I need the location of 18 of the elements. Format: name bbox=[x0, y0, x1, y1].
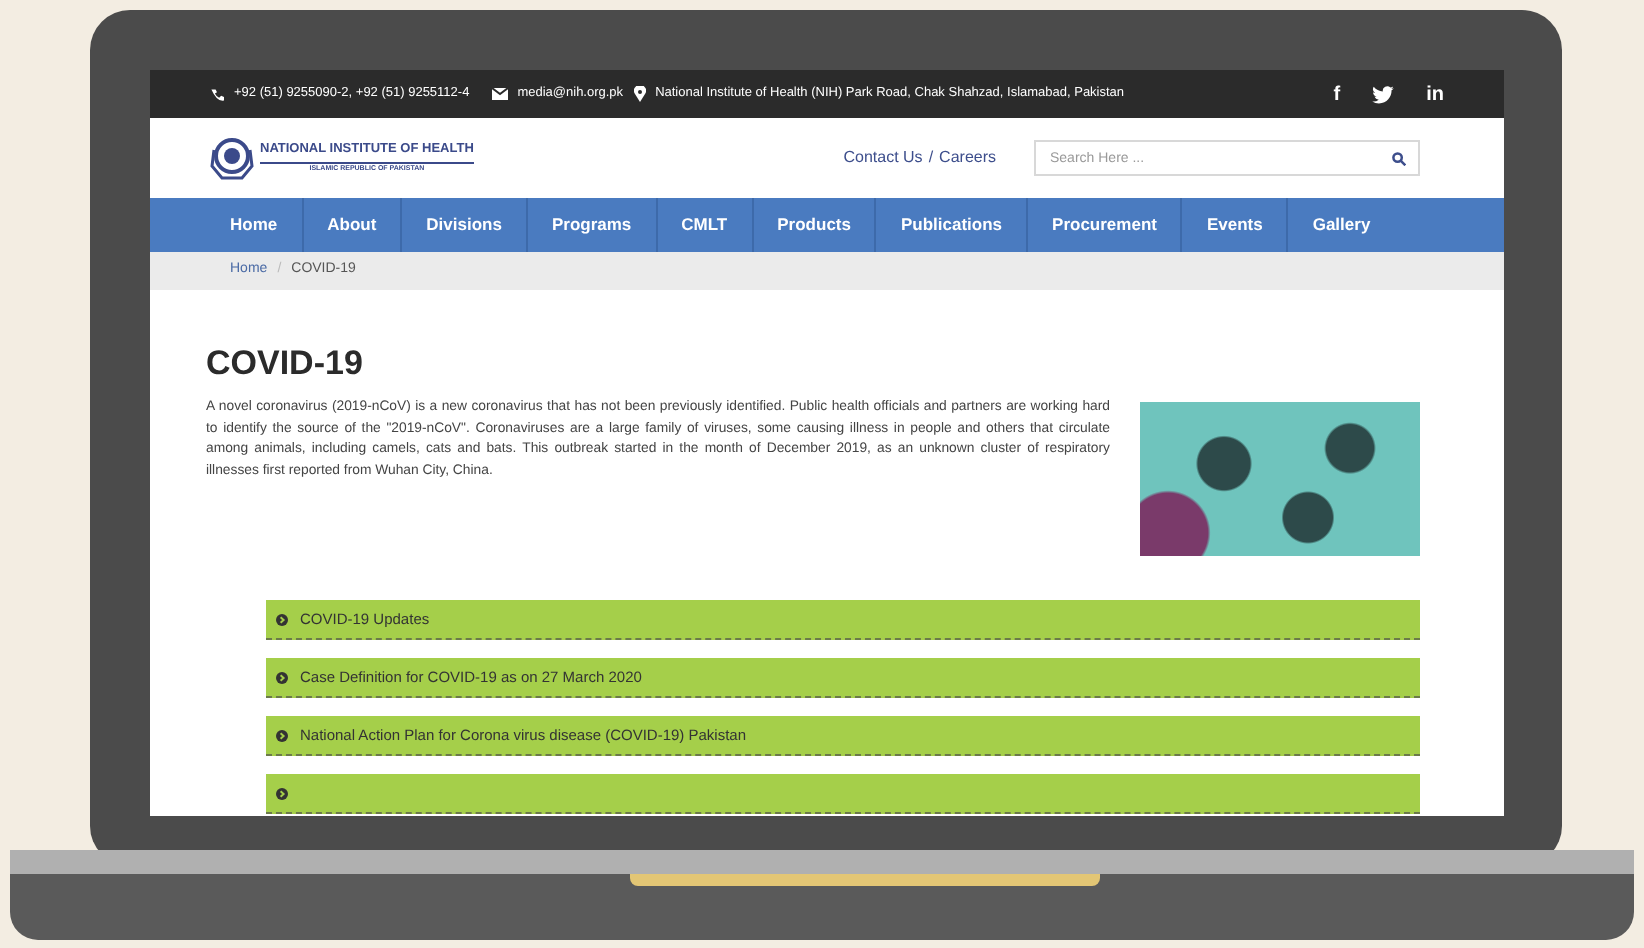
social-link[interactable]: f bbox=[1333, 79, 1341, 109]
chevron-circle-icon bbox=[276, 613, 288, 625]
accordion-item[interactable] bbox=[266, 774, 1420, 814]
page-title: COVID-19 bbox=[206, 346, 365, 380]
emblem-icon bbox=[210, 134, 254, 182]
chevron-circle-icon bbox=[276, 787, 288, 799]
map-pin-icon bbox=[633, 86, 646, 102]
chevron-circle-icon bbox=[276, 729, 288, 741]
phone-icon bbox=[210, 87, 224, 101]
link-separator: / bbox=[928, 146, 934, 170]
header-link[interactable]: Contact Us bbox=[843, 146, 923, 170]
search-icon[interactable] bbox=[1392, 151, 1406, 165]
nav-item[interactable]: Gallery bbox=[1288, 198, 1395, 252]
envelope-icon bbox=[491, 88, 508, 100]
social-link[interactable]: in bbox=[1426, 79, 1444, 109]
header-link[interactable]: Careers bbox=[939, 146, 996, 170]
bird-icon[interactable] bbox=[1372, 85, 1395, 103]
chevron-circle-icon bbox=[276, 671, 288, 683]
